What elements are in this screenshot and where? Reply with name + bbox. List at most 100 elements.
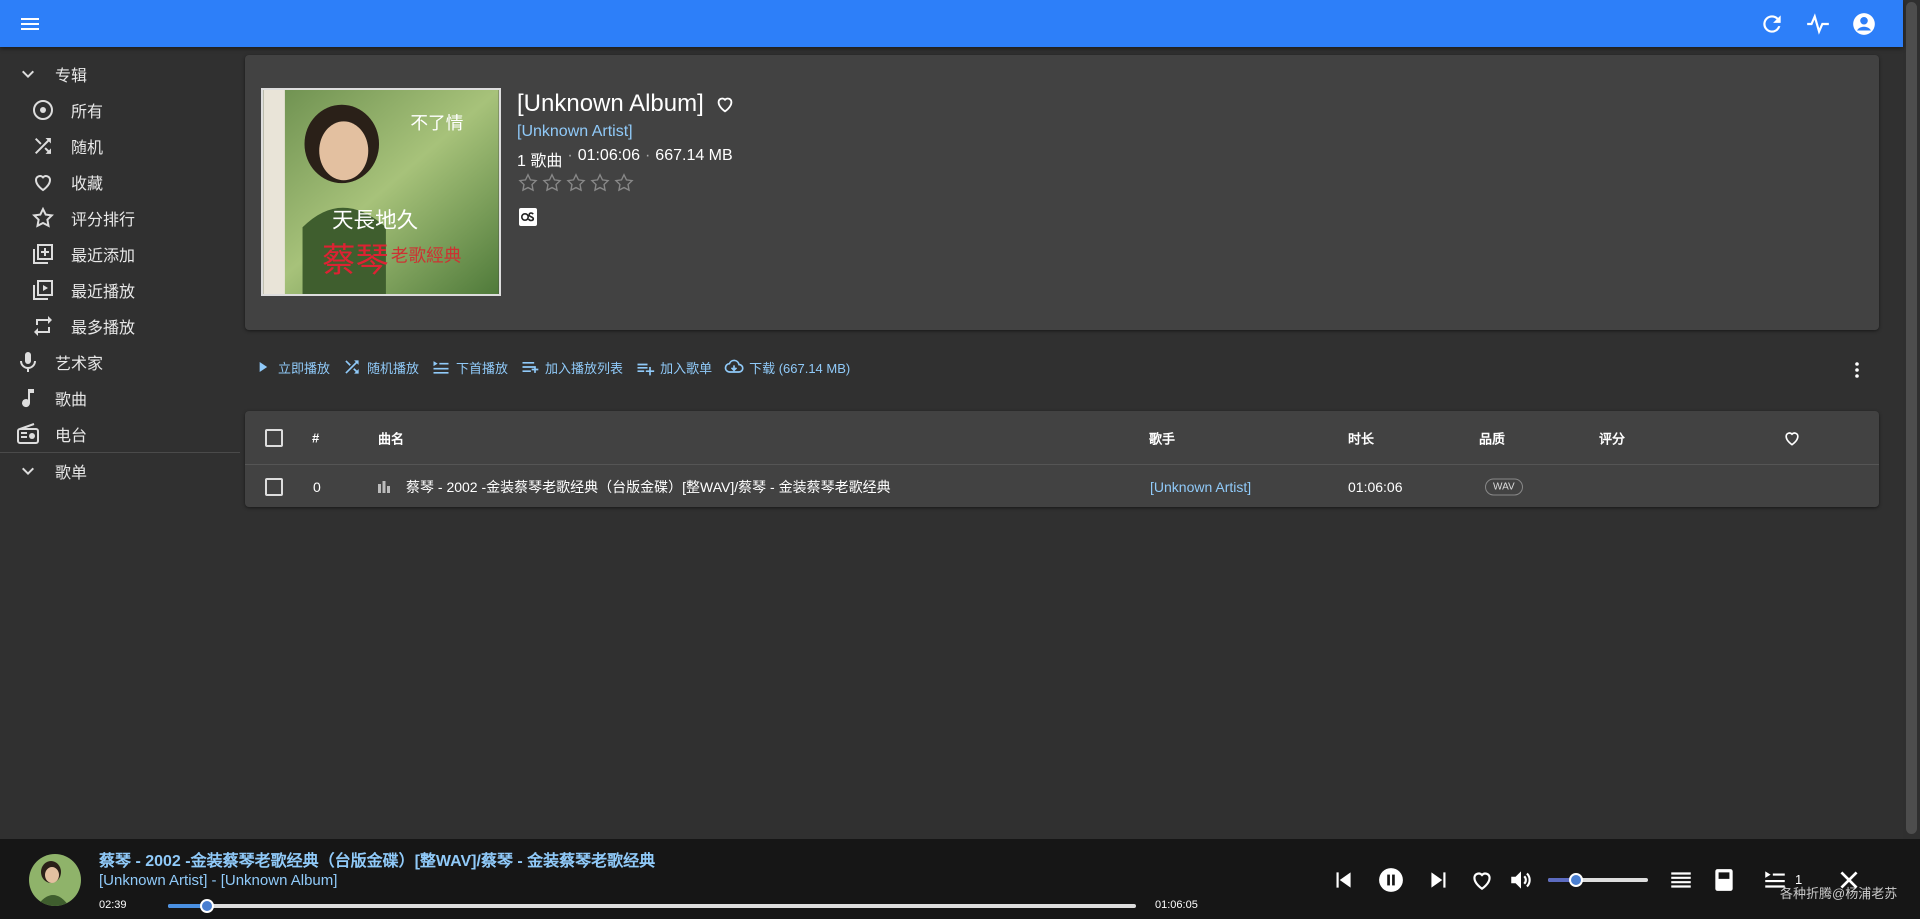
meta-separator: ·	[644, 147, 651, 164]
library-add-icon	[31, 242, 55, 266]
close-icon[interactable]	[1836, 867, 1862, 893]
star-icon[interactable]	[541, 172, 563, 194]
action-label: 随机播放	[367, 360, 420, 376]
album-cover[interactable]: 不了情 蔡琴 老歌經典 天長地久	[261, 88, 501, 296]
download-button[interactable]: 下载 (667.14 MB)	[724, 357, 850, 377]
sidebar-item-top-rated[interactable]: 评分排行	[0, 200, 240, 236]
app-bar	[0, 0, 1903, 47]
playlist-add-icon	[637, 363, 655, 376]
star-icon[interactable]	[565, 172, 587, 194]
account-icon[interactable]	[1851, 11, 1877, 37]
header-rating[interactable]: 评分	[1599, 428, 1625, 447]
equalizer-icon	[377, 480, 391, 494]
skip-next-icon[interactable]	[1426, 867, 1452, 893]
volume-handle[interactable]	[1569, 873, 1583, 887]
sidebar-item-label: 所有	[71, 104, 104, 121]
shuffle-icon	[31, 134, 55, 158]
player-total-time: 01:06:05	[1155, 899, 1198, 911]
album-rating[interactable]	[517, 172, 635, 194]
star-icon[interactable]	[517, 172, 539, 194]
heart-icon[interactable]	[1782, 428, 1802, 448]
album-meta: 1 歌曲 · 01:06:06 · 667.14 MB	[517, 147, 733, 171]
star-icon	[31, 206, 55, 230]
sidebar-item-recently-added[interactable]: 最近添加	[0, 236, 240, 272]
add-to-queue-button[interactable]: 加入播放列表	[520, 357, 623, 377]
album-title-row: [Unknown Album]	[517, 90, 736, 118]
shuffle-play-button[interactable]: 随机播放	[342, 357, 419, 377]
player-progress-bar[interactable]	[168, 899, 1136, 913]
row-checkbox[interactable]	[265, 477, 283, 496]
select-all-checkbox[interactable]	[265, 428, 283, 447]
player-track-title[interactable]: 蔡琴 - 2002 -金装蔡琴老歌经典（台版金碟）[整WAV]/蔡琴 - 金装蔡…	[99, 847, 655, 871]
header-quality[interactable]: 品质	[1479, 428, 1505, 447]
shuffle-icon	[345, 360, 359, 374]
sidebar-item-recently-played[interactable]: 最近播放	[0, 272, 240, 308]
sidebar-item-label: 电台	[55, 428, 88, 445]
song-table: # 曲名 歌手 时长 品质 评分 0 蔡琴 - 2002 -金装蔡琴老歌经典（台…	[245, 411, 1879, 507]
page-scrollbar[interactable]	[1903, 0, 1920, 839]
sidebar-item-label: 评分排行	[71, 212, 136, 229]
album-song-count: 1 歌曲	[517, 153, 563, 170]
activity-icon[interactable]	[1805, 11, 1831, 37]
sidebar-item-favorites[interactable]: 收藏	[0, 164, 240, 200]
star-icon[interactable]	[589, 172, 611, 194]
library-play-icon	[31, 278, 55, 302]
header-title[interactable]: 曲名	[378, 428, 404, 447]
player-track-subtitle[interactable]: [Unknown Artist] - [Unknown Album]	[99, 872, 337, 889]
player-cover[interactable]	[29, 854, 81, 906]
album-details-card: 不了情 蔡琴 老歌經典 天長地久 [Unknown Album] [Unknow…	[245, 55, 1879, 330]
sidebar-item-label: 随机	[71, 140, 104, 157]
lastfm-icon[interactable]	[519, 208, 537, 226]
action-label: 立即播放	[278, 360, 331, 376]
radio-icon	[16, 422, 40, 446]
sidebar-item-random[interactable]: 随机	[0, 128, 240, 164]
cover-text-banner: 天長地久	[332, 208, 418, 233]
sidebar-item-songs[interactable]: 歌曲	[0, 380, 240, 416]
header-artist[interactable]: 歌手	[1149, 428, 1175, 447]
action-label: 加入播放列表	[545, 360, 624, 376]
table-row[interactable]: 0 蔡琴 - 2002 -金装蔡琴老歌经典（台版金碟）[整WAV]/蔡琴 - 金…	[245, 466, 1879, 507]
sidebar-item-label: 最多播放	[71, 320, 136, 337]
album-actions: 立即播放 随机播放 下首播放 加入播放列表 加入歌单 下载 (667.14 MB…	[253, 357, 862, 377]
meta-separator: ·	[567, 147, 573, 164]
lyrics-icon[interactable]	[1711, 867, 1737, 893]
volume-slider[interactable]	[1548, 873, 1648, 887]
album-artist-link[interactable]: [Unknown Artist]	[517, 123, 633, 141]
add-to-playlist-button[interactable]: 加入歌单	[635, 357, 712, 377]
sidebar-item-radio[interactable]: 电台	[0, 416, 240, 452]
menu-icon[interactable]	[18, 12, 42, 36]
header-duration[interactable]: 时长	[1348, 428, 1374, 447]
sidebar-item-albums[interactable]: 专辑	[0, 56, 240, 92]
list-icon[interactable]	[1668, 867, 1694, 893]
play-next-icon	[433, 361, 449, 374]
row-artist-link[interactable]: [Unknown Artist]	[1150, 479, 1251, 495]
header-number[interactable]: #	[312, 430, 319, 445]
player-bar: 蔡琴 - 2002 -金装蔡琴老歌经典（台版金碟）[整WAV]/蔡琴 - 金装蔡…	[0, 839, 1920, 919]
star-icon[interactable]	[613, 172, 635, 194]
progress-handle[interactable]	[199, 899, 214, 913]
scrollbar-thumb[interactable]	[1906, 2, 1917, 834]
sidebar-item-playlists[interactable]: 歌单	[0, 453, 240, 489]
appbar-actions	[1759, 11, 1877, 37]
album-duration: 01:06:06	[577, 147, 640, 164]
skip-previous-icon[interactable]	[1330, 867, 1356, 893]
volume-icon[interactable]	[1508, 867, 1534, 893]
more-vert-icon[interactable]	[1845, 358, 1869, 382]
row-number: 0	[313, 478, 321, 495]
play-now-button[interactable]: 立即播放	[253, 357, 330, 377]
refresh-icon[interactable]	[1759, 11, 1785, 37]
sidebar-item-most-played[interactable]: 最多播放	[0, 308, 240, 344]
heart-icon[interactable]	[1469, 867, 1495, 893]
sidebar-item-all[interactable]: 所有	[0, 92, 240, 128]
sidebar-item-label: 歌单	[55, 465, 88, 482]
heart-icon[interactable]	[714, 93, 736, 115]
action-label: 加入歌单	[660, 360, 713, 376]
sidebar-item-label: 收藏	[71, 176, 104, 193]
play-next-button[interactable]: 下首播放	[431, 357, 508, 377]
cover-text-sub: 老歌經典	[391, 246, 462, 267]
sidebar: 专辑 所有 随机 收藏 评分排行 最近添加 最近播放 最多播放 艺术家 歌曲 电…	[0, 56, 240, 489]
pause-icon[interactable]	[1378, 867, 1404, 893]
sidebar-item-label: 歌曲	[55, 392, 88, 409]
sidebar-item-label: 专辑	[55, 68, 88, 85]
sidebar-item-artists[interactable]: 艺术家	[0, 344, 240, 380]
